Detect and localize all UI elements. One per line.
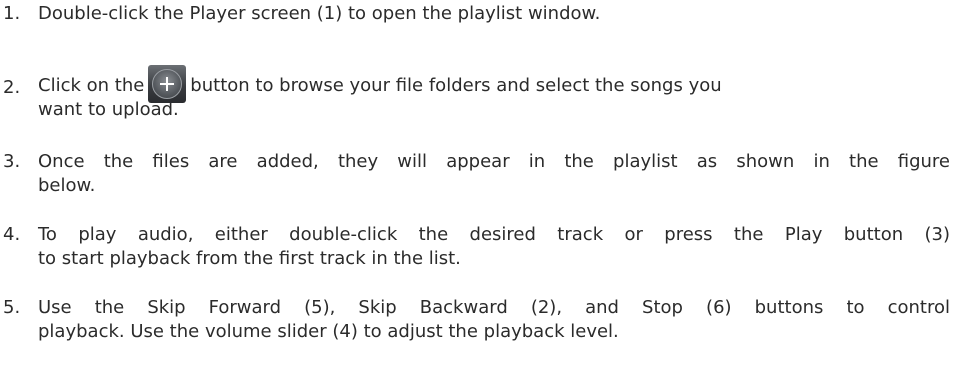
plus-circle-icon bbox=[148, 65, 187, 103]
step-line-1: Once the files are added, they will appe… bbox=[38, 151, 950, 172]
step-line-2: to start playback from the first track i… bbox=[38, 248, 461, 269]
step-number: 5. bbox=[3, 297, 21, 318]
step-text-after-icon: button to browse your file folders and s… bbox=[190, 75, 722, 96]
step-line-2: below. bbox=[38, 175, 96, 196]
step-text: Once the files are added, they will appe… bbox=[38, 150, 950, 198]
step-number: 1. bbox=[3, 3, 21, 24]
step-text: Click on the button to browse your file f… bbox=[38, 58, 950, 122]
step-text: Double-click the Player screen (1) to op… bbox=[38, 2, 950, 26]
step-line-1: Use the Skip Forward (5), Skip Backward … bbox=[38, 297, 950, 318]
instructions-page: 1. Double-click the Player screen (1) to… bbox=[0, 0, 954, 372]
step-line-1: Double-click the Player screen (1) to op… bbox=[38, 3, 601, 24]
step-number: 3. bbox=[3, 151, 21, 172]
step-text-before-icon: Click on the bbox=[38, 75, 145, 96]
step-line-1: Click on the button to browse your file f… bbox=[38, 65, 950, 103]
step-line-1: To play audio, either double-click the d… bbox=[38, 224, 950, 245]
step-number: 4. bbox=[3, 224, 21, 245]
step-number: 2. bbox=[3, 77, 21, 98]
step-line-2: playback. Use the volume slider (4) to a… bbox=[38, 321, 619, 342]
step-text: Use the Skip Forward (5), Skip Backward … bbox=[38, 296, 950, 344]
step-text: To play audio, either double-click the d… bbox=[38, 223, 950, 271]
